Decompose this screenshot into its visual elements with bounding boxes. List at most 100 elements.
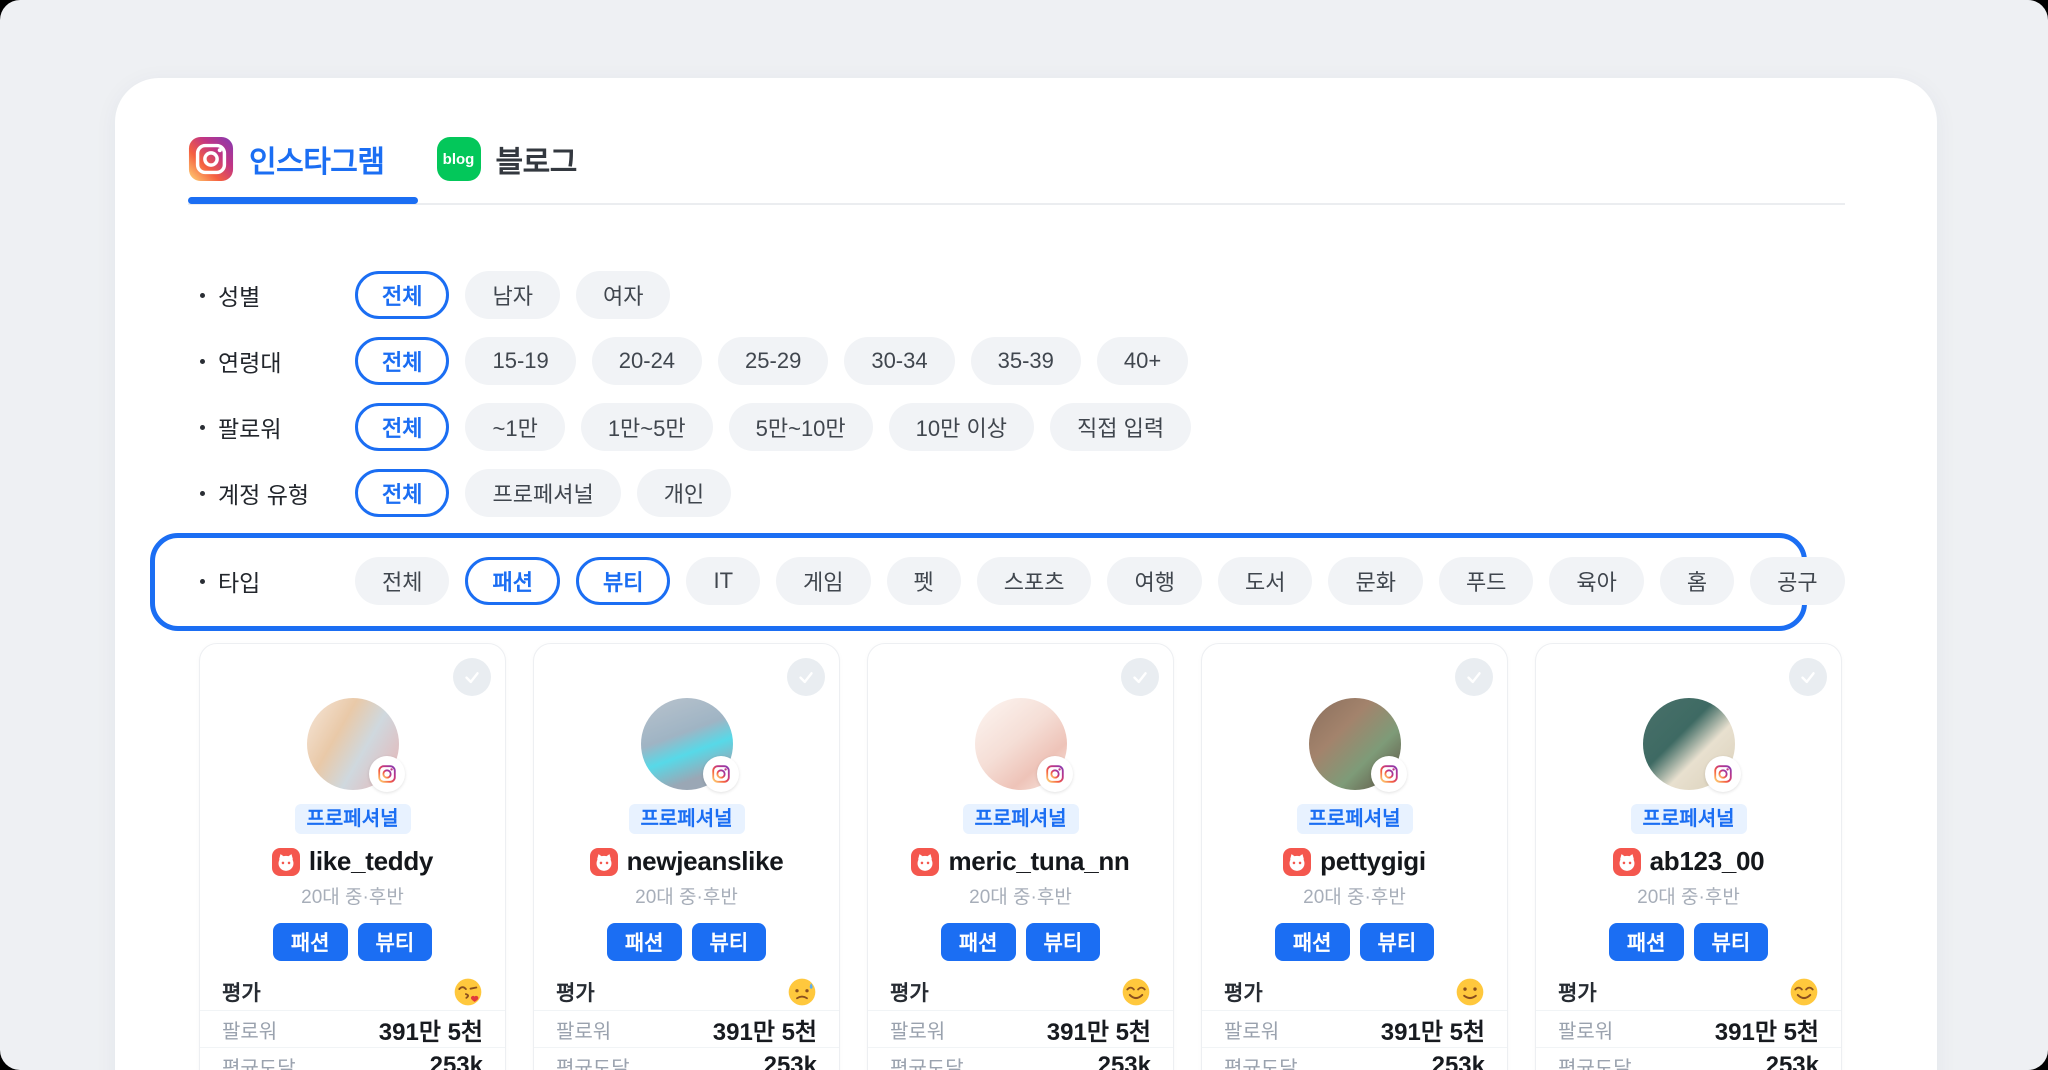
account-type-badge: 프로페셔널: [294, 804, 411, 834]
chip-followers-over-100k[interactable]: 10만 이상: [888, 403, 1034, 451]
chip-age-40plus[interactable]: 40+: [1096, 337, 1189, 385]
category-tag-fashion: 패션: [606, 923, 682, 961]
username: like_teddy: [308, 846, 434, 876]
instagram-badge-icon: [368, 756, 405, 792]
chip-type-pet[interactable]: 펫: [886, 557, 961, 605]
chip-followers-50k-100k[interactable]: 5만~10만: [728, 403, 873, 451]
chip-age-15-19[interactable]: 15-19: [465, 337, 576, 385]
chip-followers-all[interactable]: 전체: [355, 403, 450, 451]
followers-row: 팔로워 391만 5천: [534, 1010, 839, 1047]
chip-account-personal[interactable]: 개인: [636, 469, 732, 517]
account-type-chips: 전체 프로페셔널 개인: [355, 469, 732, 517]
followers-value: 391만 5천: [1380, 1018, 1485, 1046]
metrics-table: 평가 팔로워 391만 5천 평균도달 253k: [200, 973, 505, 1070]
chip-type-parenting[interactable]: 육아: [1549, 557, 1644, 605]
select-checkbox[interactable]: [787, 658, 825, 696]
chip-type-books[interactable]: 도서: [1217, 557, 1313, 605]
tab-instagram-label: 인스타그램: [249, 146, 385, 179]
filter-row-account-type: 계정 유형 전체 프로페셔널 개인: [115, 469, 1937, 517]
chip-type-culture[interactable]: 문화: [1328, 557, 1423, 605]
tab-instagram[interactable]: 인스타그램: [188, 136, 385, 182]
username: meric_tuna_nn: [948, 846, 1130, 876]
check-icon: [1467, 672, 1481, 684]
rating-emoji-smiling-eyes: [1121, 977, 1151, 1007]
select-checkbox[interactable]: [1455, 658, 1493, 696]
username: newjeanslike: [626, 846, 784, 876]
chip-account-professional[interactable]: 프로페셔널: [465, 469, 621, 517]
chip-type-beauty[interactable]: 뷰티: [575, 557, 671, 605]
select-checkbox[interactable]: [1789, 658, 1827, 696]
tab-blog[interactable]: blog 블로그: [436, 137, 578, 181]
category-tag-beauty: 뷰티: [691, 923, 767, 961]
influencer-card[interactable]: 프로페셔널 newjeanslike 20대 중·후반 패션 뷰티 평가 팔로워…: [533, 643, 840, 1070]
chip-followers-custom[interactable]: 직접 입력: [1049, 403, 1192, 451]
select-checkbox[interactable]: [453, 658, 491, 696]
chip-age-35-39[interactable]: 35-39: [970, 337, 1081, 385]
chip-followers-10k-50k[interactable]: 1만~5만: [580, 403, 713, 451]
type-filter-highlight-box: 타입 전체 패션 뷰티 IT 게임 펫 스포츠 여행 도서 문화 푸드 육아 홈…: [150, 533, 1845, 631]
chip-type-it[interactable]: IT: [686, 557, 761, 605]
check-icon: [1133, 672, 1147, 684]
age-group: 20대 중·후반: [635, 887, 738, 908]
category-tag-fashion: 패션: [940, 923, 1016, 961]
chip-followers-under-10k[interactable]: ~1만: [465, 403, 565, 451]
chip-type-all[interactable]: 전체: [355, 557, 450, 605]
select-checkbox[interactable]: [1121, 658, 1159, 696]
filter-row-age: 연령대 전체 15-19 20-24 25-29 30-34 35-39 40+: [115, 337, 1937, 385]
followers-row: 팔로워 391만 5천: [868, 1010, 1173, 1047]
chip-account-all[interactable]: 전체: [355, 469, 450, 517]
influencer-card[interactable]: 프로페셔널 meric_tuna_nn 20대 중·후반 패션 뷰티 평가 팔로…: [867, 643, 1174, 1070]
bullet-dot: [200, 424, 205, 430]
chip-type-home[interactable]: 홈: [1659, 557, 1735, 605]
filter-row-type: 타입 전체 패션 뷰티 IT 게임 펫 스포츠 여행 도서 문화 푸드 육아 홈…: [155, 557, 1845, 605]
bullet-dot: [200, 490, 205, 496]
check-icon: [799, 672, 813, 684]
chip-age-25-29[interactable]: 25-29: [718, 337, 829, 385]
avg-reach-value: 253k: [1765, 1052, 1819, 1070]
tab-blog-label: 블로그: [495, 146, 578, 179]
chip-age-20-24[interactable]: 20-24: [591, 337, 703, 385]
avg-reach-value: 253k: [1431, 1052, 1485, 1070]
avg-reach-row: 평균도달 253k: [868, 1047, 1173, 1070]
account-type-badge: 프로페셔널: [962, 804, 1079, 834]
category-tag-beauty: 뷰티: [1693, 923, 1769, 961]
age-chips: 전체 15-19 20-24 25-29 30-34 35-39 40+: [355, 337, 1189, 385]
age-group: 20대 중·후반: [969, 887, 1072, 908]
filter-label-age: 연령대: [200, 344, 355, 378]
rating-emoji-face-blowing-kiss: [453, 977, 483, 1007]
account-type-badge: 프로페셔널: [1296, 804, 1413, 834]
followers-row: 팔로워 391만 5천: [1202, 1010, 1507, 1047]
avg-reach-row: 평균도달 253k: [534, 1047, 839, 1070]
filter-label-type: 타입: [200, 564, 355, 598]
page-background: 인스타그램 blog 블로그 성별 전체 남자 여자 연령대 전체 15-19 …: [0, 0, 2048, 1070]
check-icon: [1801, 672, 1815, 684]
creator-face-icon: [589, 847, 618, 876]
followers-value: 391만 5천: [378, 1018, 483, 1046]
influencer-card[interactable]: 프로페셔널 pettygigi 20대 중·후반 패션 뷰티 평가 팔로워 39…: [1201, 643, 1508, 1070]
age-group: 20대 중·후반: [1303, 887, 1406, 908]
metrics-table: 평가 팔로워 391만 5천 평균도달 253k: [1202, 973, 1507, 1070]
chip-age-all[interactable]: 전체: [355, 337, 450, 385]
influencer-card[interactable]: 프로페셔널 ab123_00 20대 중·후반 패션 뷰티 평가 팔로워 391…: [1535, 643, 1842, 1070]
influencer-card-grid: 프로페셔널 like_teddy 20대 중·후반 패션 뷰티 평가 팔로워 3…: [199, 643, 1842, 1070]
chip-gender-female[interactable]: 여자: [575, 271, 671, 319]
category-tag-beauty: 뷰티: [1025, 923, 1101, 961]
filter-section: 성별 전체 남자 여자 연령대 전체 15-19 20-24 25-29 30-…: [115, 271, 1937, 631]
influencer-card[interactable]: 프로페셔널 like_teddy 20대 중·후반 패션 뷰티 평가 팔로워 3…: [199, 643, 506, 1070]
metrics-table: 평가 팔로워 391만 5천 평균도달 253k: [534, 973, 839, 1070]
rating-emoji-slight-smile: [1455, 977, 1485, 1007]
followers-value: 391만 5천: [1046, 1018, 1151, 1046]
chip-type-food[interactable]: 푸드: [1438, 557, 1534, 605]
avg-reach-row: 평균도달 253k: [1536, 1047, 1841, 1070]
username: pettygigi: [1320, 846, 1426, 876]
chip-type-sports[interactable]: 스포츠: [976, 557, 1092, 605]
creator-face-icon: [1612, 847, 1641, 876]
chip-type-travel[interactable]: 여행: [1107, 557, 1202, 605]
chip-gender-male[interactable]: 남자: [465, 271, 560, 319]
filter-label-account-type: 계정 유형: [200, 476, 355, 510]
chip-gender-all[interactable]: 전체: [355, 271, 450, 319]
chip-type-game[interactable]: 게임: [776, 557, 871, 605]
chip-type-group-buy[interactable]: 공구: [1750, 557, 1845, 605]
chip-age-30-34[interactable]: 30-34: [844, 337, 955, 385]
chip-type-fashion[interactable]: 패션: [465, 557, 560, 605]
